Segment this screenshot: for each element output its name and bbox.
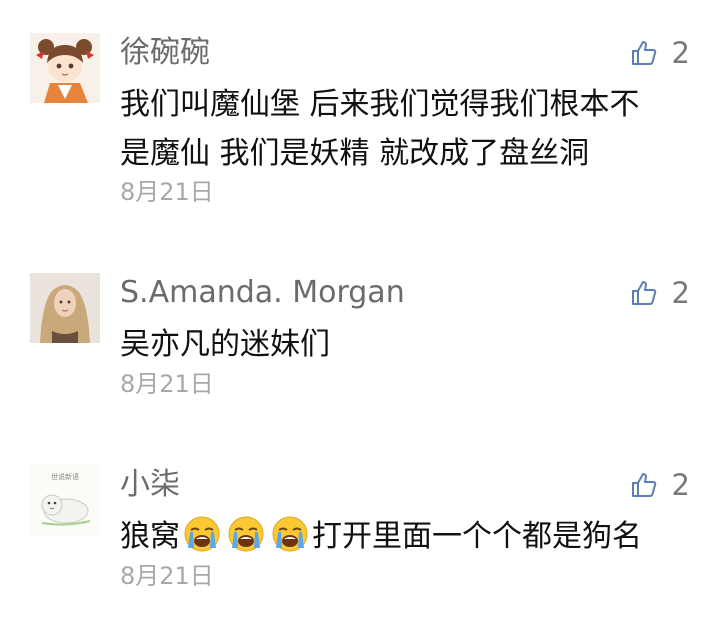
thumbs-up-icon [631,281,656,305]
comment-text: 我们叫魔仙堡 后来我们觉得我们根本不 是魔仙 我们是妖精 就改成了盘丝洞 [120,80,700,178]
comment-text-before: 狼窝 [120,519,180,554]
comment-date: 8月21日 [120,562,214,590]
comment-date: 8月21日 [120,370,214,398]
thumbs-up-icon [631,473,656,497]
comment-text-line: 狼窝 打开里面一个个都是狗名 [120,512,700,561]
comment-date: 8月21日 [120,178,214,206]
avatar[interactable] [30,273,100,343]
loudly-crying-face-icon [184,516,220,552]
comment-text-line: 吴亦凡的迷妹们 [120,327,330,362]
like-count: 2 [671,468,690,502]
comment-text-after: 打开里面一个个都是狗名 [312,519,642,554]
username[interactable]: S.Amanda. Morgan [120,273,405,313]
avatar[interactable]: 世说新语 [30,465,100,535]
comment-list: 徐碗碗 2 我们叫魔仙堡 后来我们觉得我们根本不 是魔仙 我们是妖精 就改成了盘… [0,0,720,627]
svg-text:世说新语: 世说新语 [51,472,79,481]
loudly-crying-face-icon [272,516,308,552]
like-count: 2 [671,36,690,70]
loudly-crying-face-icon [228,516,264,552]
username[interactable]: 小柒 [120,465,180,505]
username[interactable]: 徐碗碗 [120,33,210,73]
comment-text: 狼窝 打开里面一个个都是狗名 [120,512,700,561]
comment-text: 吴亦凡的迷妹们 [120,320,700,369]
comment-text-line: 是魔仙 我们是妖精 就改成了盘丝洞 [120,136,590,171]
like-button[interactable]: 2 [630,465,690,505]
like-button[interactable]: 2 [630,273,690,313]
avatar[interactable] [30,33,100,103]
seal-cartoon-avatar-icon: 世说新语 [30,465,100,535]
comment-text-line: 我们叫魔仙堡 后来我们觉得我们根本不 [120,87,640,122]
like-count: 2 [671,276,690,310]
like-button[interactable]: 2 [630,33,690,73]
thumbs-up-icon [631,41,656,65]
woman-photo-avatar-icon [30,273,100,343]
anime-girl-avatar-icon [30,33,100,103]
